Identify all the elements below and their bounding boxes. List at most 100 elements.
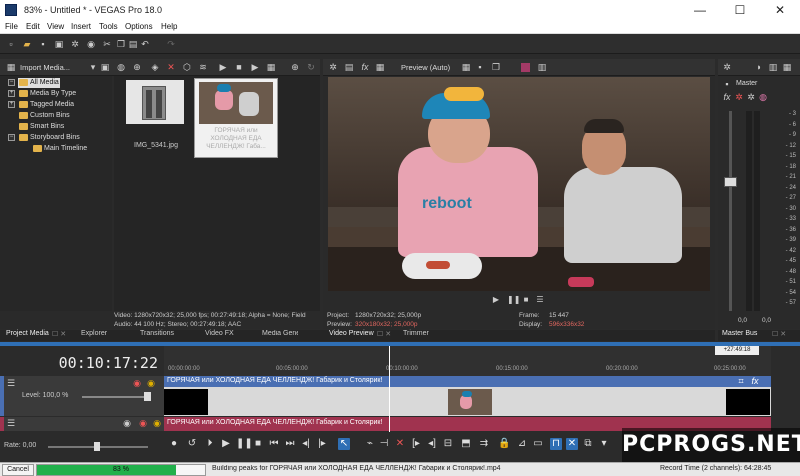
overlays-icon[interactable]: ▦ — [375, 62, 385, 72]
level-slider-handle[interactable] — [144, 392, 151, 401]
video-track-header[interactable]: ☰ ◉ ◉ Level: 100,0 % — [0, 376, 164, 416]
loop-icon[interactable]: ↺ — [186, 438, 198, 450]
menu-view[interactable]: View — [47, 22, 64, 31]
properties-gear-icon[interactable]: ✲ — [70, 39, 80, 49]
expand-tagged-media[interactable]: + — [8, 101, 15, 108]
save-as-icon[interactable]: ▣ — [54, 39, 64, 49]
cut-icon[interactable]: ✂ — [102, 39, 112, 49]
track-menu-icon[interactable]: ☰ — [6, 378, 16, 388]
media-thumb-image[interactable] — [126, 80, 184, 124]
next-frame-icon[interactable]: |▸ — [316, 438, 328, 450]
trim-start-icon[interactable]: [▸ — [410, 438, 422, 450]
dropdown-icon[interactable]: ▾ — [88, 62, 98, 72]
paste-icon[interactable]: ▤ — [128, 39, 138, 49]
split-icon[interactable]: ⊣ — [378, 438, 390, 450]
marker-icon[interactable]: ⊿ — [516, 438, 528, 450]
master-fx-icon[interactable]: fx — [722, 92, 732, 102]
menu-tools[interactable]: Tools — [99, 22, 118, 31]
copy-snapshot-icon[interactable]: ❐ — [491, 62, 501, 72]
rate-slider-handle[interactable] — [94, 442, 100, 451]
tab-master-bus[interactable]: Master Bus — [722, 330, 757, 337]
expand-all-media[interactable]: − — [8, 79, 15, 86]
delete-icon[interactable]: ✕ — [394, 438, 406, 450]
master-mute-icon[interactable]: ◍ — [758, 92, 768, 102]
media-fx-icon[interactable]: ◈ — [150, 62, 160, 72]
preview-stop-icon[interactable]: ■ — [521, 295, 531, 305]
record-icon[interactable]: ● — [168, 438, 180, 450]
tab-video-fx[interactable]: Video FX — [205, 330, 234, 337]
preview-play-icon[interactable]: ▶ — [491, 295, 501, 305]
stop-preview-icon[interactable]: ■ — [234, 62, 244, 72]
master-fader-handle[interactable] — [724, 177, 737, 187]
event-pan-crop-icon[interactable]: ⬒ — [460, 438, 472, 450]
play-icon[interactable]: ▶ — [220, 438, 232, 450]
close-button[interactable]: ✕ — [760, 0, 800, 20]
menu-help[interactable]: Help — [161, 22, 177, 31]
audio-track-header[interactable]: ☰ ◉ ◉ ◉ — [0, 417, 164, 431]
maximize-button[interactable]: ☐ — [720, 0, 760, 20]
lock-icon[interactable]: 🔒 — [498, 438, 510, 450]
tree-custom-bins[interactable]: Custom Bins — [30, 112, 70, 119]
tab-project-media[interactable]: Project Media — [6, 330, 49, 337]
web-icon[interactable]: ⊕ — [132, 62, 142, 72]
capture-icon[interactable]: ▣ — [100, 62, 110, 72]
grid-icon[interactable]: ▦ — [461, 62, 471, 72]
tab-trimmer[interactable]: Trimmer — [403, 330, 429, 337]
preview-settings-icon[interactable]: ✲ — [328, 62, 338, 72]
expand-storyboard-bins[interactable]: − — [8, 134, 15, 141]
save-snapshot-icon[interactable]: ▪ — [475, 62, 485, 72]
expand-media-by-type[interactable]: + — [8, 90, 15, 97]
master-meter-icon[interactable]: ▦ — [782, 62, 792, 72]
video-fx-icon[interactable]: fx — [360, 62, 370, 72]
auto-preview-icon[interactable]: ▶ — [250, 62, 260, 72]
tree-smart-bins[interactable]: Smart Bins — [30, 123, 64, 130]
save-icon[interactable]: ▪ — [38, 39, 48, 49]
render-icon[interactable]: ◉ — [86, 39, 96, 49]
cancel-button[interactable]: Cancel — [2, 464, 34, 476]
trim-end-icon[interactable]: ◂] — [426, 438, 438, 450]
clip-fx-icon[interactable]: fx — [750, 376, 760, 386]
go-to-end-icon[interactable]: ⏭ — [284, 438, 296, 450]
menu-insert[interactable]: Insert — [71, 22, 91, 31]
envelope-tool-icon[interactable]: ⌁ — [364, 438, 376, 450]
preview-quality-dropdown[interactable]: Preview (Auto) — [401, 63, 450, 72]
play-preview-icon[interactable]: ▶ — [218, 62, 228, 72]
open-icon[interactable]: ▰ — [22, 39, 32, 49]
split-screen-icon[interactable]: ▤ — [344, 62, 354, 72]
preview-menu-icon[interactable]: ☰ — [535, 295, 545, 305]
undo-icon[interactable]: ↶ — [140, 39, 150, 49]
preview-pause-icon[interactable]: ❚❚ — [507, 295, 520, 305]
close-tab-icon[interactable]: ☐ ✕ — [772, 330, 786, 338]
layout-icon[interactable]: ▥ — [537, 62, 547, 72]
external-monitor-icon[interactable] — [521, 63, 530, 72]
master-gear-icon[interactable]: ✲ — [746, 92, 756, 102]
normal-edit-tool-icon[interactable]: ↖ — [338, 438, 350, 450]
tab-video-preview[interactable]: Video Preview — [329, 330, 374, 337]
tab-explorer[interactable]: Explorer — [81, 330, 107, 337]
playhead[interactable] — [388, 346, 390, 432]
menu-options[interactable]: Options — [125, 22, 153, 31]
clip-crop-icon[interactable]: ⌗ — [736, 376, 746, 386]
tree-storyboard-bins[interactable]: Storyboard Bins — [30, 134, 80, 141]
group-icon[interactable]: ⧉ — [582, 438, 594, 450]
tree-media-by-type[interactable]: Media By Type — [30, 90, 76, 97]
media-thumb-video[interactable]: ГОРЯЧАЯ или ХОЛОДНАЯ ЕДА ЧЕЛЛЕНДЖ! Габа.… — [194, 78, 278, 158]
minimize-button[interactable]: — — [680, 0, 720, 20]
tree-all-media[interactable]: All Media — [30, 79, 59, 86]
zoom-icon[interactable]: ⊕ — [290, 62, 300, 72]
ripple-icon[interactable]: ⇉ — [478, 438, 490, 450]
region-icon[interactable]: ▭ — [532, 438, 544, 450]
menu-file[interactable]: File — [5, 22, 18, 31]
pause-icon[interactable]: ❚❚ — [236, 438, 253, 450]
tab-transitions[interactable]: Transitions — [140, 330, 174, 337]
go-to-start-icon[interactable]: ⏮ — [268, 438, 280, 450]
play-from-start-icon[interactable]: ⏵ — [204, 438, 216, 450]
close-tab-icon[interactable]: ☐ ✕ — [52, 330, 66, 338]
remove-icon[interactable]: ✕ — [166, 62, 176, 72]
master-bar-icon[interactable]: ▥ — [768, 62, 778, 72]
views-icon[interactable]: ▦ — [266, 62, 276, 72]
video-clip-header[interactable]: ГОРЯЧАЯ или ХОЛОДНАЯ ЕДА ЧЕЛЛЕНДЖ! Габар… — [164, 376, 771, 387]
audio-mute-icon[interactable]: ◉ — [138, 418, 148, 428]
new-project-icon[interactable]: ▫ — [6, 39, 16, 49]
tree-tagged-media[interactable]: Tagged Media — [30, 101, 74, 108]
